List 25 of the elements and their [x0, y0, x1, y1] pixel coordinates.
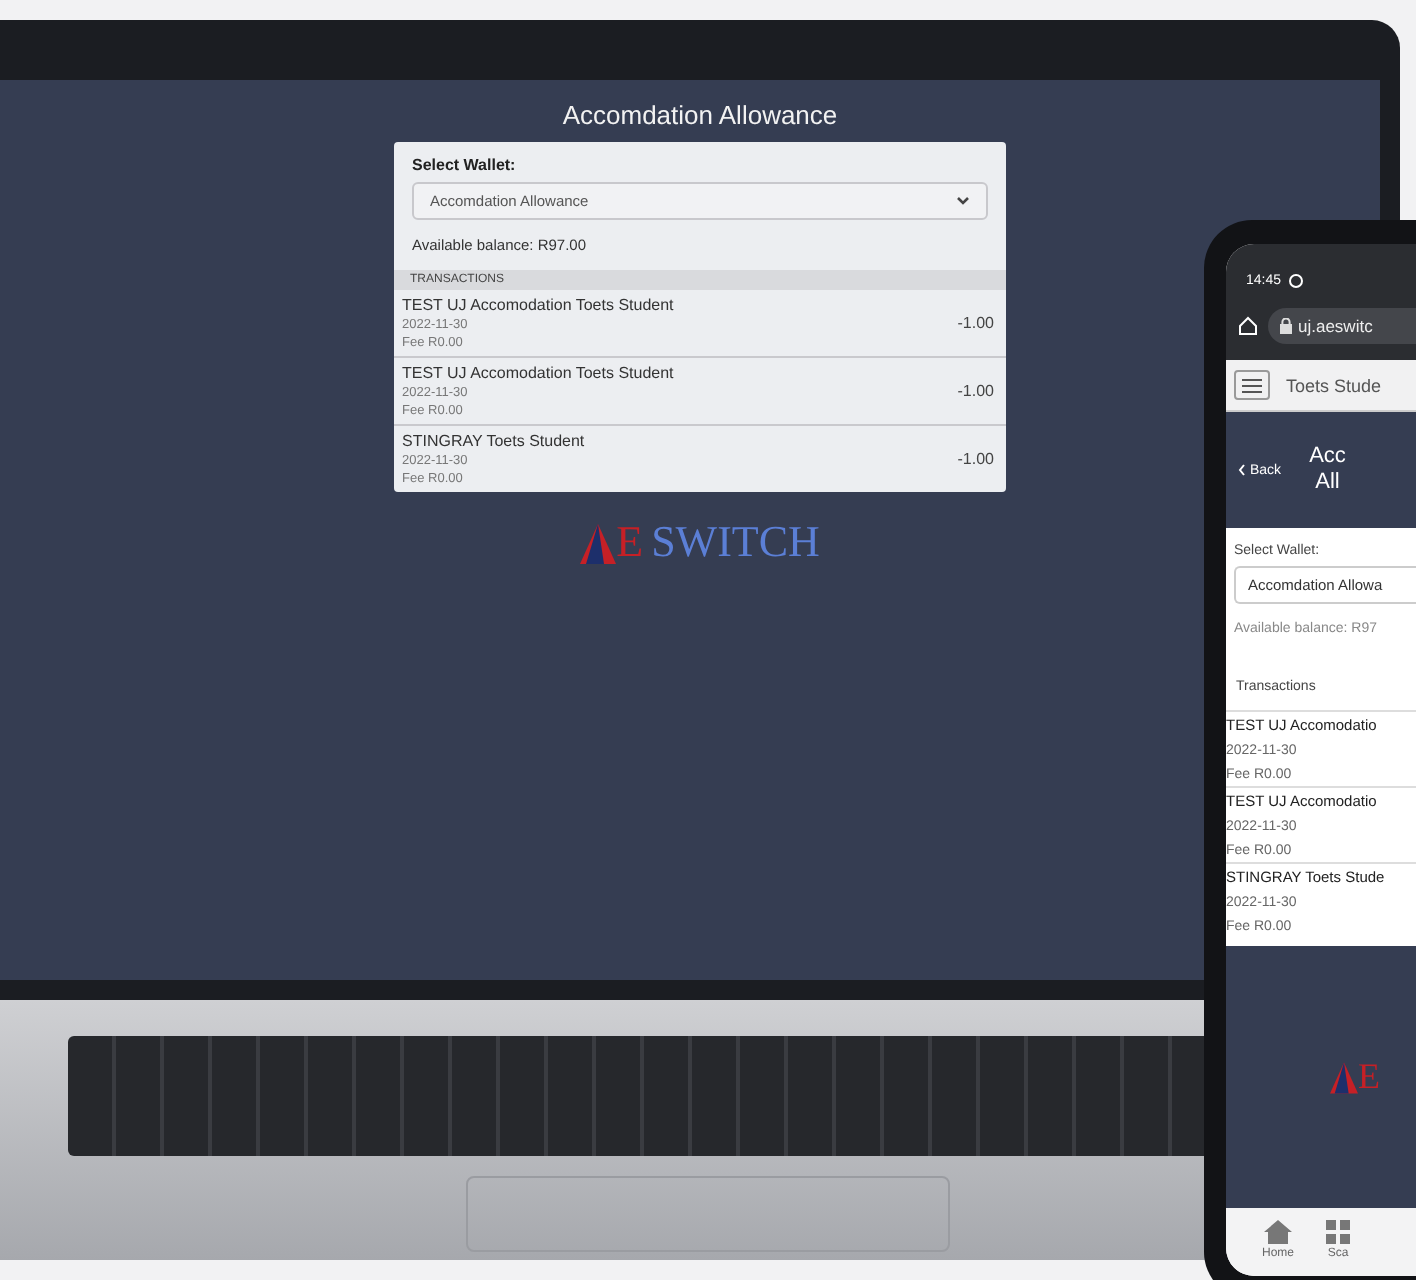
page-title: Accomdation Allowance — [560, 100, 838, 130]
chevron-left-icon — [1238, 464, 1246, 477]
menu-icon — [1242, 378, 1262, 394]
home-icon — [1264, 1220, 1292, 1244]
url-field[interactable]: uj.aeswitc — [1268, 308, 1416, 344]
logo-icon — [580, 524, 617, 564]
wallet-label: Select Wallet: — [412, 156, 518, 174]
logo-letter: E — [616, 520, 644, 564]
chevron-icon — [956, 196, 970, 206]
page-title: Acc — [1309, 444, 1346, 471]
menu-button[interactable] — [1234, 370, 1270, 400]
page-title: All — [1313, 470, 1342, 497]
transaction-amount: -1.00 — [957, 314, 994, 332]
qr-code-icon — [1326, 1220, 1351, 1244]
transaction-amount: -1.00 — [957, 382, 994, 400]
user-name: Toets Stude — [1286, 375, 1382, 395]
transaction-amount: -1.00 — [957, 450, 994, 468]
logo-word: SWITCH — [651, 520, 820, 564]
transaction-name: STINGRAY Toets Student — [402, 432, 585, 450]
logo-icon — [1330, 1061, 1358, 1094]
transaction-name: TEST UJ Accomodation Toets Student — [402, 364, 674, 382]
lock-icon — [1280, 318, 1292, 334]
transaction-name: TEST UJ Accomodation Toets Student — [402, 296, 674, 314]
home-icon[interactable] — [1238, 316, 1258, 336]
logo-letter: E — [1358, 1056, 1380, 1099]
